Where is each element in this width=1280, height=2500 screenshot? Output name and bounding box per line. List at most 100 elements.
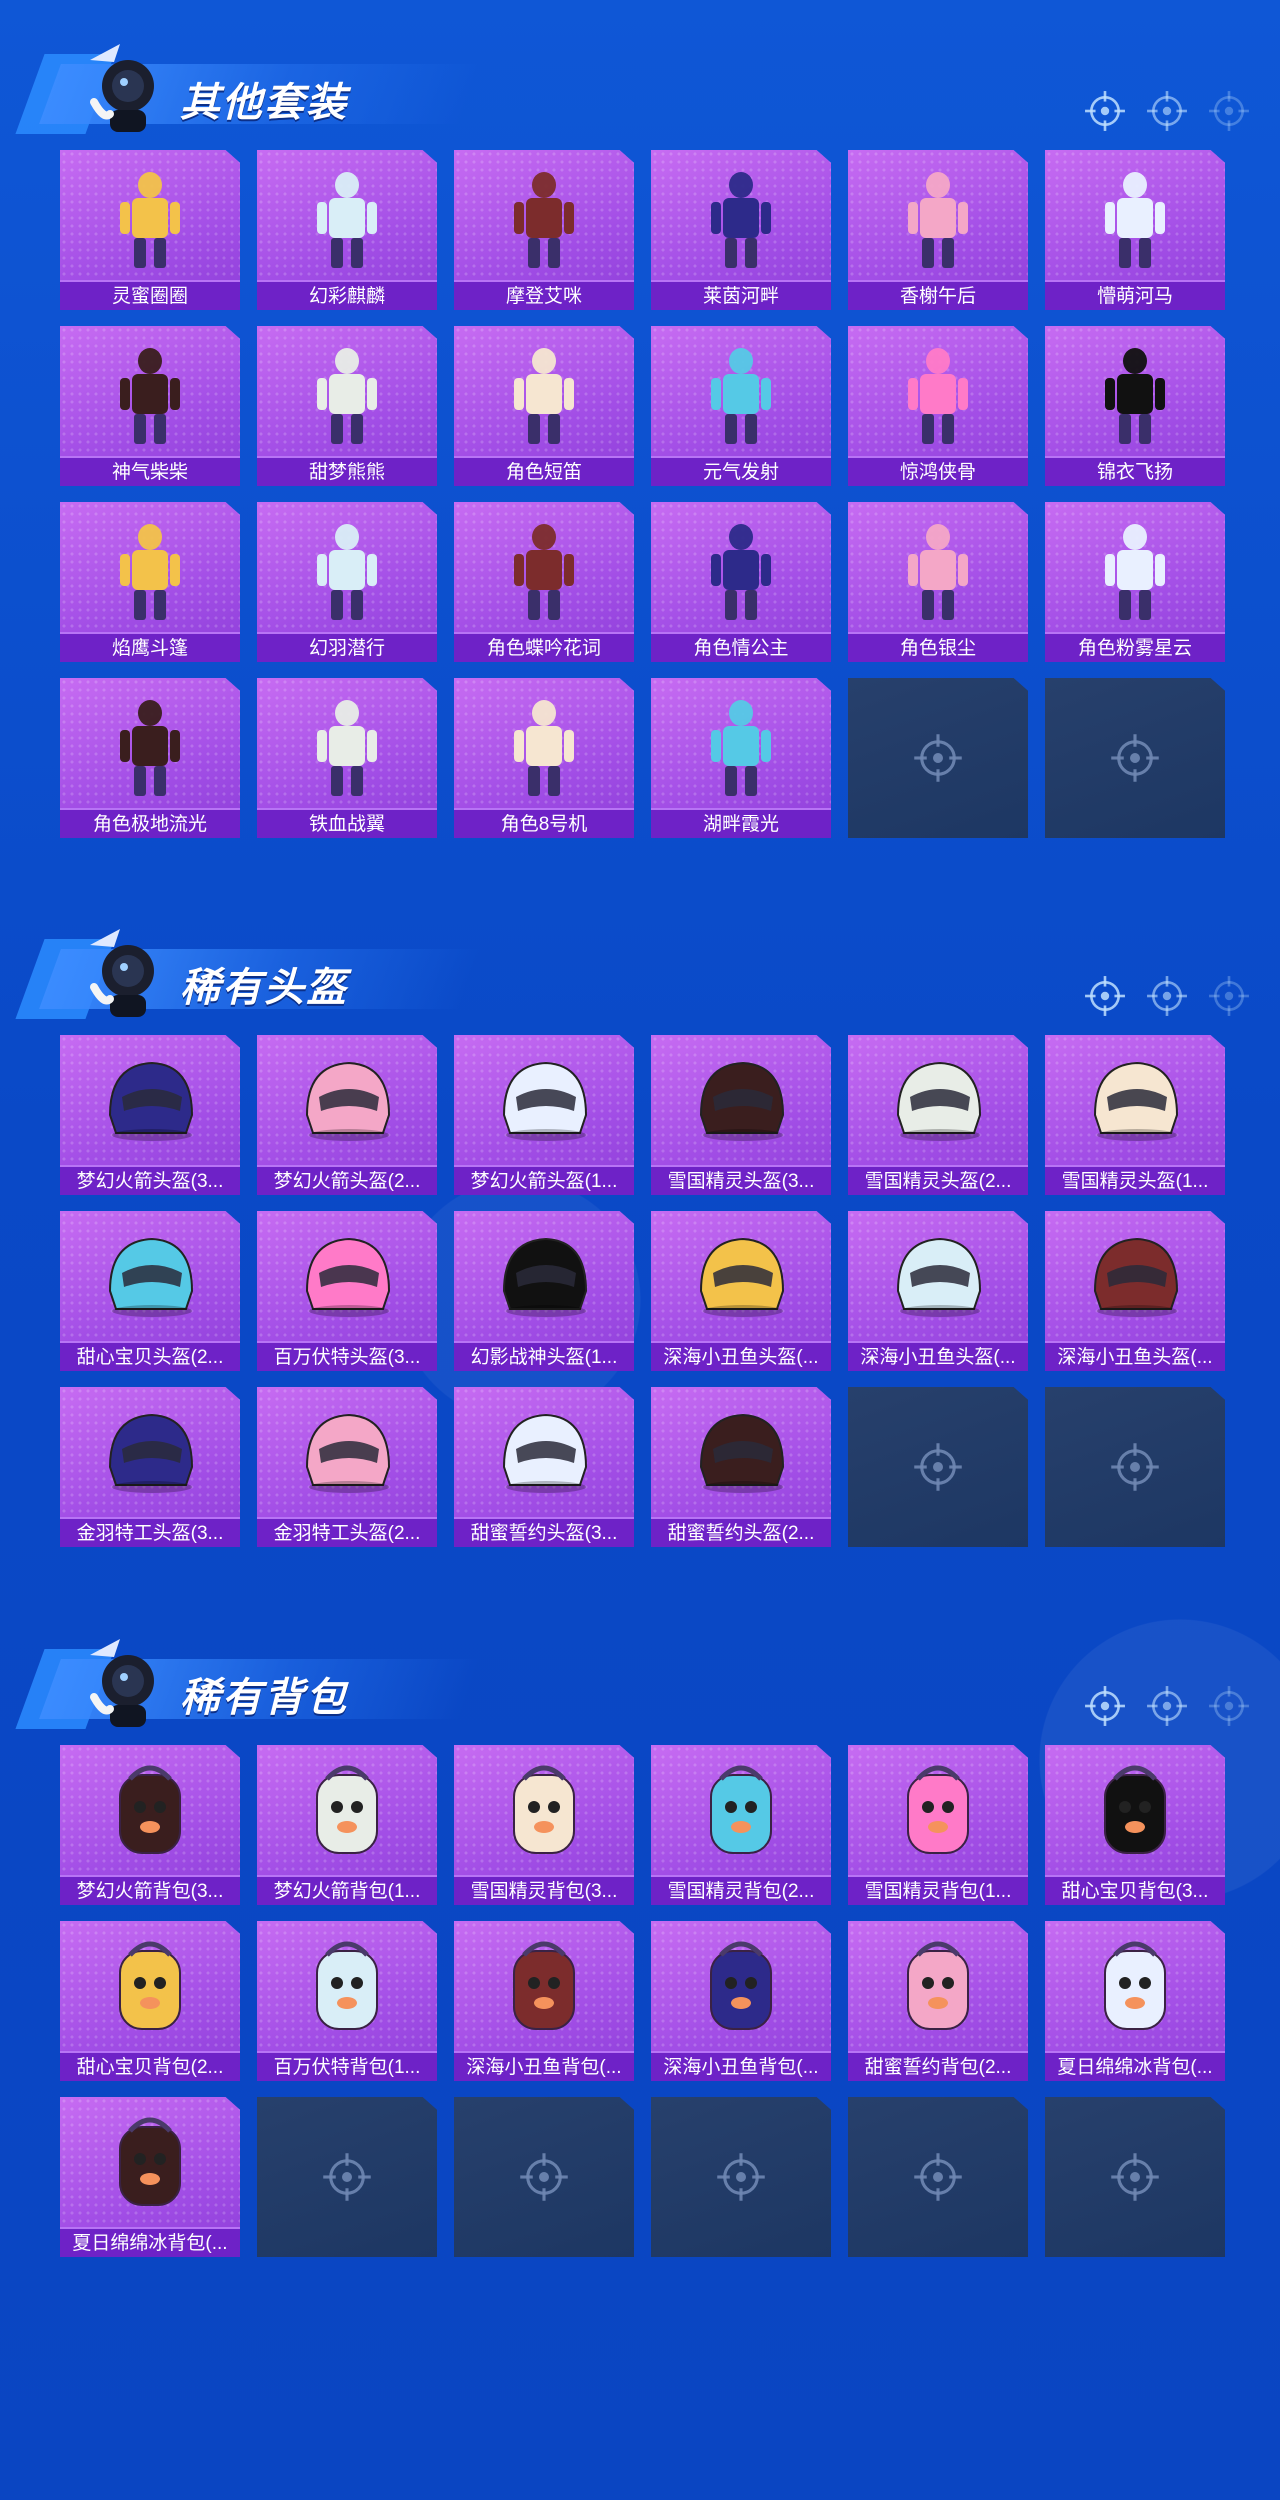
item-label: 百万伏特背包(1... xyxy=(257,2051,437,2081)
item-card[interactable]: 雪国精灵头盔(3... xyxy=(651,1035,831,1195)
item-image xyxy=(287,1397,407,1509)
item-card[interactable]: 梦幻火箭头盔(3... xyxy=(60,1035,240,1195)
item-label: 甜心宝贝背包(3... xyxy=(1045,1875,1225,1905)
item-image xyxy=(287,1221,407,1333)
item-card[interactable]: 甜蜜誓约头盔(2... xyxy=(651,1387,831,1547)
item-label: 夏日绵绵冰背包(... xyxy=(1045,2051,1225,2081)
item-card[interactable]: 铁血战翼 xyxy=(257,678,437,838)
section-decoration xyxy=(1084,90,1250,132)
crosshair-icon xyxy=(1146,90,1188,132)
item-card[interactable]: 幻影战神头盔(1... xyxy=(454,1211,634,1371)
crosshair-icon xyxy=(1146,1685,1188,1727)
item-card[interactable]: 莱茵河畔 xyxy=(651,150,831,310)
item-card[interactable]: 深海小丑鱼头盔(... xyxy=(848,1211,1028,1371)
item-card[interactable]: 深海小丑鱼背包(... xyxy=(454,1921,634,2081)
item-image xyxy=(484,1755,604,1867)
item-image xyxy=(681,512,801,624)
item-card[interactable]: 幻羽潜行 xyxy=(257,502,437,662)
item-label: 雪国精灵头盔(1... xyxy=(1045,1165,1225,1195)
item-card[interactable]: 香榭午后 xyxy=(848,150,1028,310)
item-image xyxy=(484,688,604,800)
item-card[interactable]: 深海小丑鱼头盔(... xyxy=(1045,1211,1225,1371)
crosshair-icon xyxy=(1084,90,1126,132)
item-card[interactable]: 夏日绵绵冰背包(... xyxy=(60,2097,240,2257)
item-label: 甜蜜誓约背包(2... xyxy=(848,2051,1028,2081)
item-image xyxy=(681,336,801,448)
item-card[interactable]: 甜心宝贝头盔(2... xyxy=(60,1211,240,1371)
item-card[interactable]: 甜蜜誓约头盔(3... xyxy=(454,1387,634,1547)
item-card[interactable]: 深海小丑鱼头盔(... xyxy=(651,1211,831,1371)
item-card[interactable]: 甜心宝贝背包(3... xyxy=(1045,1745,1225,1905)
item-image xyxy=(484,1397,604,1509)
item-card[interactable]: 懵萌河马 xyxy=(1045,150,1225,310)
item-card[interactable]: 百万伏特头盔(3... xyxy=(257,1211,437,1371)
item-card[interactable]: 湖畔霞光 xyxy=(651,678,831,838)
item-label: 金羽特工头盔(3... xyxy=(60,1517,240,1547)
item-card[interactable]: 甜蜜誓约背包(2... xyxy=(848,1921,1028,2081)
item-card[interactable]: 锦衣飞扬 xyxy=(1045,326,1225,486)
item-label: 惊鸿侠骨 xyxy=(848,456,1028,486)
item-card[interactable]: 角色蝶吟花词 xyxy=(454,502,634,662)
item-image xyxy=(287,1045,407,1157)
item-grid: 梦幻火箭头盔(3... 梦幻火箭头盔(2... 梦幻火箭头盔(1... 雪国精灵头盔(… xyxy=(60,1035,1225,1547)
item-card[interactable]: 灵蜜圈圈 xyxy=(60,150,240,310)
item-card[interactable]: 梦幻火箭背包(1... xyxy=(257,1745,437,1905)
item-label: 梦幻火箭头盔(3... xyxy=(60,1165,240,1195)
section-header: 稀有背包 xyxy=(15,1625,1280,1735)
item-card[interactable]: 焰鹰斗篷 xyxy=(60,502,240,662)
item-image xyxy=(484,1931,604,2043)
item-card[interactable]: 百万伏特背包(1... xyxy=(257,1921,437,2081)
empty-slot xyxy=(257,2097,437,2257)
item-card[interactable]: 角色粉雾星云 xyxy=(1045,502,1225,662)
section-decoration xyxy=(1084,975,1250,1017)
item-label: 角色极地流光 xyxy=(60,808,240,838)
item-image xyxy=(681,1397,801,1509)
item-card[interactable]: 金羽特工头盔(2... xyxy=(257,1387,437,1547)
item-card[interactable]: 梦幻火箭背包(3... xyxy=(60,1745,240,1905)
item-card[interactable]: 梦幻火箭头盔(1... xyxy=(454,1035,634,1195)
item-card[interactable]: 夏日绵绵冰背包(... xyxy=(1045,1921,1225,2081)
item-image xyxy=(90,336,210,448)
item-card[interactable]: 幻彩麒麟 xyxy=(257,150,437,310)
item-card[interactable]: 角色银尘 xyxy=(848,502,1028,662)
item-label: 甜蜜誓约头盔(2... xyxy=(651,1517,831,1547)
item-card[interactable]: 雪国精灵头盔(2... xyxy=(848,1035,1028,1195)
item-label: 幻羽潜行 xyxy=(257,632,437,662)
item-image xyxy=(878,336,998,448)
section-header: 其他套装 xyxy=(15,30,1280,140)
item-card[interactable]: 惊鸿侠骨 xyxy=(848,326,1028,486)
item-image xyxy=(681,1931,801,2043)
item-image xyxy=(681,688,801,800)
item-image xyxy=(287,336,407,448)
item-label: 角色银尘 xyxy=(848,632,1028,662)
item-label: 梦幻火箭背包(1... xyxy=(257,1875,437,1905)
empty-slot xyxy=(848,678,1028,838)
item-card[interactable]: 角色8号机 xyxy=(454,678,634,838)
item-label: 雪国精灵背包(3... xyxy=(454,1875,634,1905)
item-card[interactable]: 角色极地流光 xyxy=(60,678,240,838)
item-card[interactable]: 雪国精灵背包(2... xyxy=(651,1745,831,1905)
item-card[interactable]: 雪国精灵背包(1... xyxy=(848,1745,1028,1905)
item-card[interactable]: 元气发射 xyxy=(651,326,831,486)
item-card[interactable]: 甜梦熊熊 xyxy=(257,326,437,486)
item-label: 甜心宝贝背包(2... xyxy=(60,2051,240,2081)
item-label: 摩登艾咪 xyxy=(454,280,634,310)
item-label: 角色蝶吟花词 xyxy=(454,632,634,662)
item-image xyxy=(484,1045,604,1157)
item-card[interactable]: 角色情公主 xyxy=(651,502,831,662)
item-label: 夏日绵绵冰背包(... xyxy=(60,2227,240,2257)
item-card[interactable]: 深海小丑鱼背包(... xyxy=(651,1921,831,2081)
item-label: 幻影战神头盔(1... xyxy=(454,1341,634,1371)
item-card[interactable]: 摩登艾咪 xyxy=(454,150,634,310)
item-card[interactable]: 雪国精灵头盔(1... xyxy=(1045,1035,1225,1195)
item-card[interactable]: 梦幻火箭头盔(2... xyxy=(257,1035,437,1195)
item-label: 湖畔霞光 xyxy=(651,808,831,838)
item-card[interactable]: 甜心宝贝背包(2... xyxy=(60,1921,240,2081)
item-label: 深海小丑鱼头盔(... xyxy=(1045,1341,1225,1371)
item-image xyxy=(90,1931,210,2043)
item-card[interactable]: 角色短笛 xyxy=(454,326,634,486)
item-card[interactable]: 金羽特工头盔(3... xyxy=(60,1387,240,1547)
mascot-icon xyxy=(80,925,170,1025)
item-card[interactable]: 雪国精灵背包(3... xyxy=(454,1745,634,1905)
item-card[interactable]: 神气柴柴 xyxy=(60,326,240,486)
